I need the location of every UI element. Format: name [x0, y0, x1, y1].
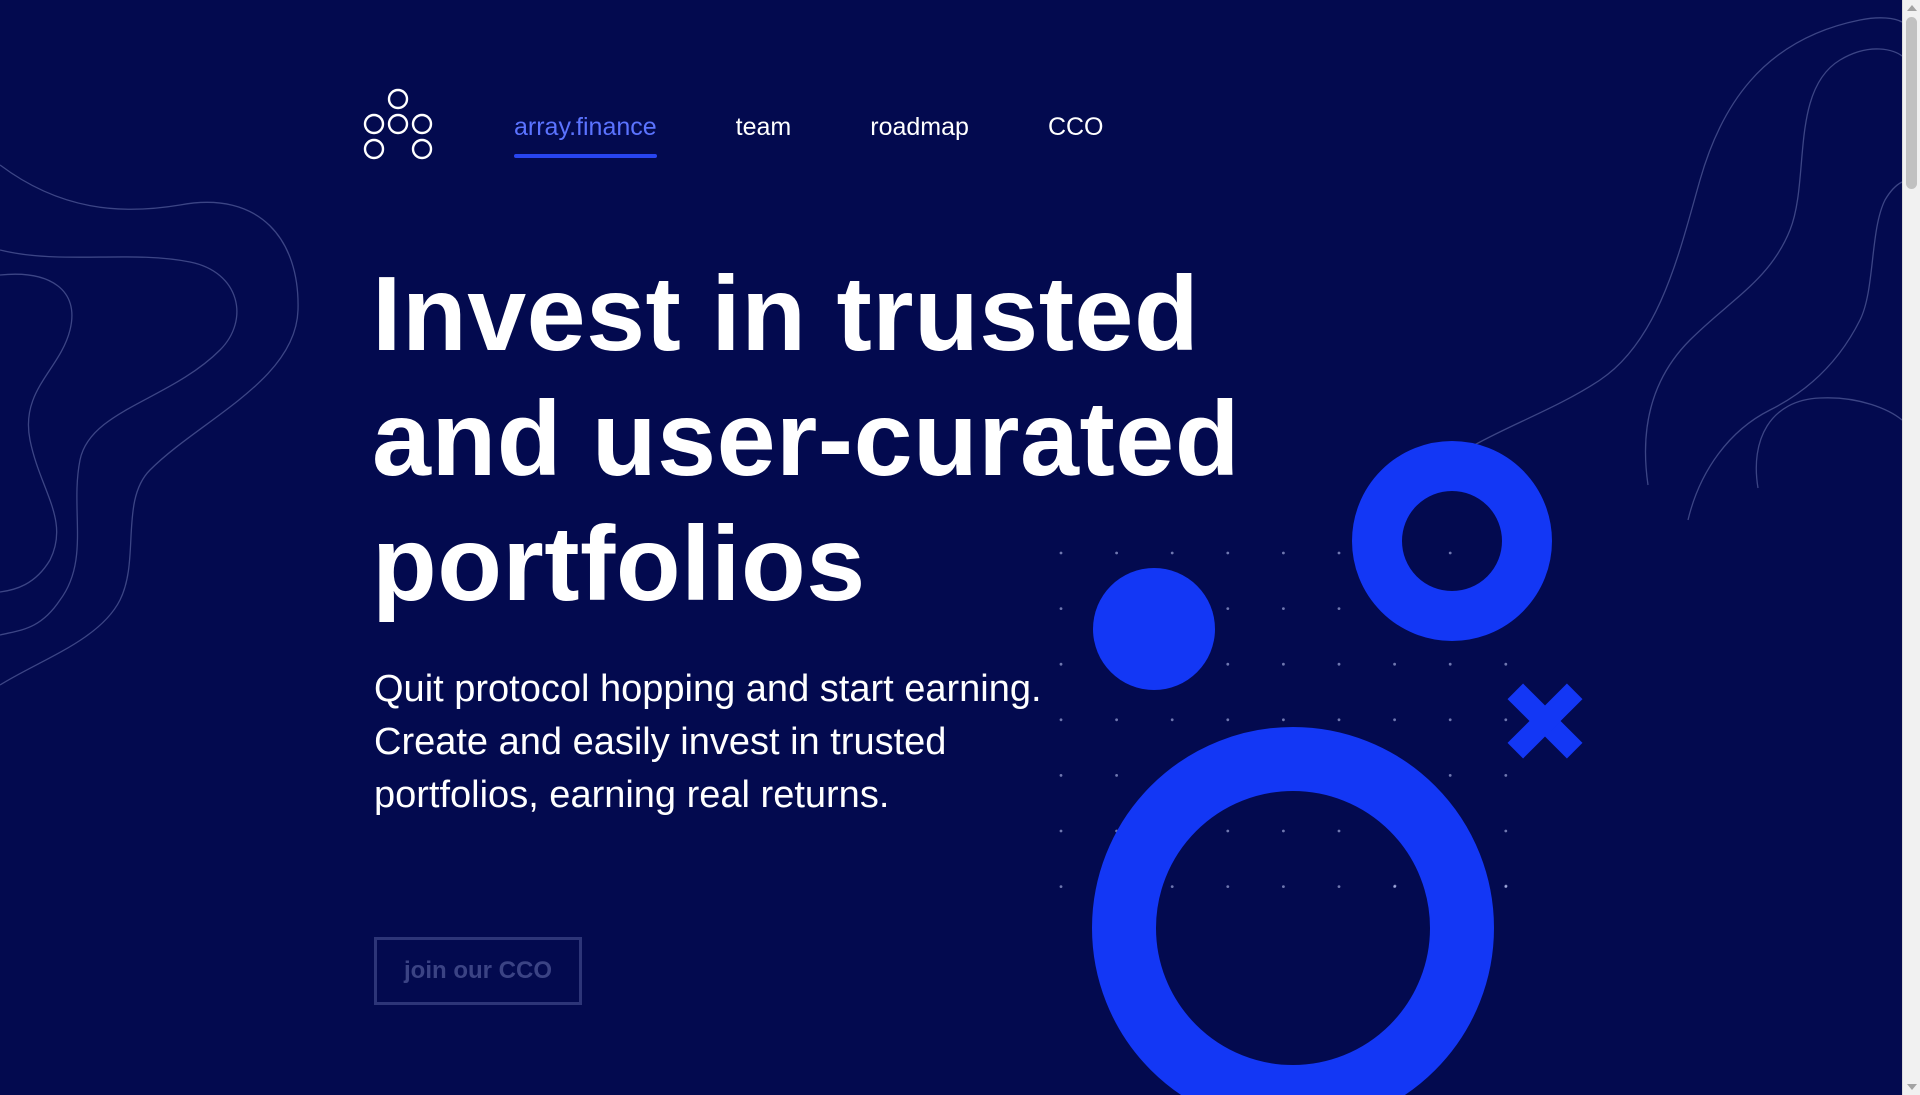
hero-subtitle-line: Create and easily invest in trusted [374, 721, 947, 763]
hero-subtitle: Quit protocol hopping and start earning.… [374, 663, 1134, 822]
grid-dot [1504, 829, 1508, 833]
top-ring [1352, 441, 1552, 641]
grid-dot [1393, 718, 1396, 722]
grid-dot [1059, 829, 1063, 833]
hero-subtitle-line: Quit protocol hopping and start earning. [374, 668, 1042, 710]
grid-dot [1504, 774, 1508, 777]
hero-title-line: and user-curated [372, 380, 1241, 498]
page-scrollbar[interactable] [1902, 0, 1920, 1095]
grid-dot [1337, 829, 1341, 833]
grid-dot [1282, 829, 1285, 833]
grid-dot [1337, 885, 1341, 888]
topographic-lines-right [1429, 17, 1903, 521]
grid-dot [1170, 885, 1174, 888]
grid-dot [1393, 884, 1397, 888]
scrollbar-thumb[interactable] [1906, 17, 1917, 189]
hero-subtitle-line: portfolios, earning real returns. [374, 774, 890, 816]
hex-dots-logo-icon[interactable] [360, 88, 436, 162]
grid-dot [1059, 885, 1063, 888]
nav-link-team[interactable]: team [736, 106, 792, 148]
grid-dot [1448, 551, 1452, 555]
grid-dot [1282, 607, 1285, 610]
grid-dot [1282, 718, 1285, 722]
grid-dot [1282, 885, 1285, 888]
grid-dot [1226, 885, 1230, 888]
grid-dot [1282, 662, 1285, 666]
grid-dot [1504, 718, 1508, 722]
hero-title: Invest in trusted and user-curated portf… [372, 252, 1272, 627]
topographic-lines-left [0, 164, 299, 686]
large-ring [1092, 727, 1494, 1095]
grid-dot [1337, 551, 1341, 555]
grid-dot [1226, 829, 1230, 833]
nav-link-cco[interactable]: CCO [1048, 106, 1104, 148]
grid-dot [1504, 662, 1508, 666]
grid-dot [1170, 718, 1174, 722]
nav-link-roadmap[interactable]: roadmap [870, 106, 969, 148]
join-cco-button[interactable]: join our CCO [374, 937, 582, 1005]
grid-dot [1337, 662, 1341, 666]
grid-dot [1226, 718, 1230, 722]
hero-title-line: portfolios [372, 505, 866, 623]
scroll-down-arrow-icon[interactable] [1907, 1084, 1917, 1090]
grid-dot [1337, 718, 1341, 722]
hero-title-line: Invest in trusted [372, 255, 1200, 373]
main-nav: array.finance team roadmap CCO [514, 106, 1183, 158]
scroll-up-arrow-icon[interactable] [1907, 5, 1917, 11]
grid-dot [1226, 662, 1230, 666]
nav-link-array-finance[interactable]: array.finance [514, 106, 657, 158]
grid-dot [1504, 884, 1508, 888]
grid-dot [1393, 662, 1396, 666]
cross-shape [1507, 683, 1583, 759]
landing-page: array.finance team roadmap CCO Invest in… [0, 0, 1920, 1095]
grid-dot [1337, 607, 1341, 610]
grid-dot [1448, 718, 1452, 722]
grid-dot [1282, 551, 1285, 555]
grid-dot [1448, 774, 1452, 777]
grid-dot [1448, 662, 1452, 666]
